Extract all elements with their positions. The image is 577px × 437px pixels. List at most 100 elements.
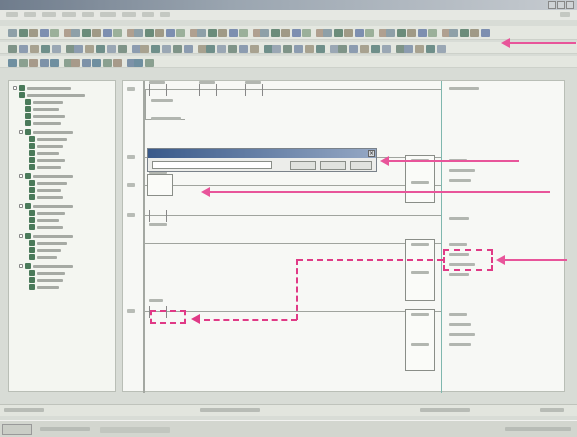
- toolbar-button[interactable]: [207, 29, 217, 37]
- toolbar-button[interactable]: [417, 29, 427, 37]
- expand-icon[interactable]: [19, 204, 23, 208]
- toolbar-button[interactable]: [283, 45, 292, 53]
- menu-item[interactable]: [62, 12, 76, 17]
- toolbar-button[interactable]: [250, 45, 259, 53]
- minimize-icon[interactable]: [548, 1, 556, 9]
- expand-icon[interactable]: [19, 234, 23, 238]
- toolbar-button[interactable]: [281, 29, 290, 37]
- toolbar-button[interactable]: [118, 45, 127, 53]
- toolbar-button[interactable]: [407, 29, 416, 37]
- toolbar-button[interactable]: [71, 29, 80, 37]
- tree-item[interactable]: [19, 173, 73, 179]
- toolbar-button[interactable]: [415, 45, 424, 53]
- toolbar-button[interactable]: [360, 45, 369, 53]
- tree-item[interactable]: [29, 224, 63, 230]
- toolbar-button[interactable]: [113, 59, 122, 67]
- toolbar-button[interactable]: [217, 45, 226, 53]
- close-icon[interactable]: ×: [368, 150, 375, 157]
- toolbar-button[interactable]: [260, 29, 269, 37]
- toolbar-button[interactable]: [81, 29, 91, 37]
- toolbar-button[interactable]: [404, 45, 413, 53]
- toolbar-button[interactable]: [8, 29, 17, 37]
- toolbar-button[interactable]: [18, 29, 28, 37]
- toolbar-button[interactable]: [71, 59, 80, 67]
- toolbar-button[interactable]: [102, 59, 112, 67]
- tree-item[interactable]: [29, 143, 63, 149]
- expand-icon[interactable]: [19, 264, 23, 268]
- toolbar-button[interactable]: [291, 29, 301, 37]
- toolbar-button[interactable]: [294, 45, 303, 53]
- ladder-contact[interactable]: [149, 84, 167, 96]
- help-button[interactable]: [350, 161, 372, 170]
- toolbar-button[interactable]: [18, 59, 28, 67]
- menu-item[interactable]: [24, 12, 36, 17]
- function-block[interactable]: [405, 239, 435, 301]
- toolbar-button[interactable]: [344, 29, 353, 37]
- exit-button[interactable]: [320, 161, 346, 170]
- toolbar-button[interactable]: [92, 29, 101, 37]
- toolbar-button[interactable]: [305, 45, 314, 53]
- menu-item[interactable]: [142, 12, 154, 17]
- toolbar-button[interactable]: [176, 29, 185, 37]
- toolbar-button[interactable]: [134, 29, 143, 37]
- toolbar-button[interactable]: [81, 59, 91, 67]
- menu-item[interactable]: [100, 12, 116, 17]
- toolbar-button[interactable]: [113, 29, 122, 37]
- toolbar-button[interactable]: [270, 29, 280, 37]
- tree-item[interactable]: [29, 187, 61, 193]
- toolbar-button[interactable]: [162, 45, 171, 53]
- toolbar-button[interactable]: [19, 45, 28, 53]
- taskbar-app-button[interactable]: [100, 427, 170, 433]
- toolbar-button[interactable]: [39, 59, 49, 67]
- tree-item[interactable]: [25, 106, 59, 112]
- ladder-contact[interactable]: [199, 84, 217, 96]
- toolbar-button[interactable]: [151, 45, 160, 53]
- expand-icon[interactable]: [19, 130, 23, 134]
- toolbar-button[interactable]: [102, 29, 112, 37]
- toolbar-button[interactable]: [107, 45, 116, 53]
- toolbar-button[interactable]: [29, 29, 38, 37]
- tree-item[interactable]: [29, 254, 57, 260]
- toolbar-button[interactable]: [428, 29, 437, 37]
- function-block[interactable]: [405, 155, 435, 203]
- tree-item[interactable]: [29, 277, 63, 283]
- toolbar-button[interactable]: [333, 29, 343, 37]
- toolbar-button[interactable]: [228, 45, 237, 53]
- tree-item[interactable]: [29, 194, 63, 200]
- toolbar-button[interactable]: [206, 45, 215, 53]
- toolbar-button[interactable]: [41, 45, 50, 53]
- toolbar-button[interactable]: [480, 29, 490, 37]
- toolbar-button[interactable]: [396, 29, 406, 37]
- tree-item[interactable]: [25, 99, 63, 105]
- instruction-input[interactable]: [152, 161, 272, 169]
- toolbar-button[interactable]: [39, 29, 49, 37]
- tree-item[interactable]: [19, 92, 85, 98]
- toolbar-button[interactable]: [302, 29, 311, 37]
- quick-launch[interactable]: [40, 427, 90, 431]
- toolbar-button[interactable]: [338, 45, 347, 53]
- toolbar-button[interactable]: [85, 45, 94, 53]
- toolbar-button[interactable]: [52, 45, 61, 53]
- toolbar-button[interactable]: [323, 29, 332, 37]
- toolbar-button[interactable]: [144, 29, 154, 37]
- menu-item[interactable]: [82, 12, 94, 17]
- toolbar-button[interactable]: [449, 29, 458, 37]
- toolbar-button[interactable]: [30, 45, 39, 53]
- toolbar-button[interactable]: [165, 29, 175, 37]
- toolbar-button[interactable]: [50, 29, 59, 37]
- toolbar-button[interactable]: [197, 29, 206, 37]
- tree-item[interactable]: [19, 129, 73, 135]
- expand-icon[interactable]: [13, 86, 17, 90]
- toolbar-button[interactable]: [349, 45, 358, 53]
- toolbar-button[interactable]: [239, 45, 248, 53]
- tree-item[interactable]: [25, 113, 65, 119]
- menu-item[interactable]: [42, 12, 56, 17]
- toolbar-button[interactable]: [134, 59, 143, 67]
- tree-item[interactable]: [29, 217, 59, 223]
- toolbar-button[interactable]: [144, 59, 154, 67]
- tree-item[interactable]: [19, 233, 73, 239]
- tree-item[interactable]: [29, 157, 65, 163]
- toolbar-button[interactable]: [470, 29, 479, 37]
- maximize-icon[interactable]: [557, 1, 565, 9]
- toolbar-button[interactable]: [8, 45, 17, 53]
